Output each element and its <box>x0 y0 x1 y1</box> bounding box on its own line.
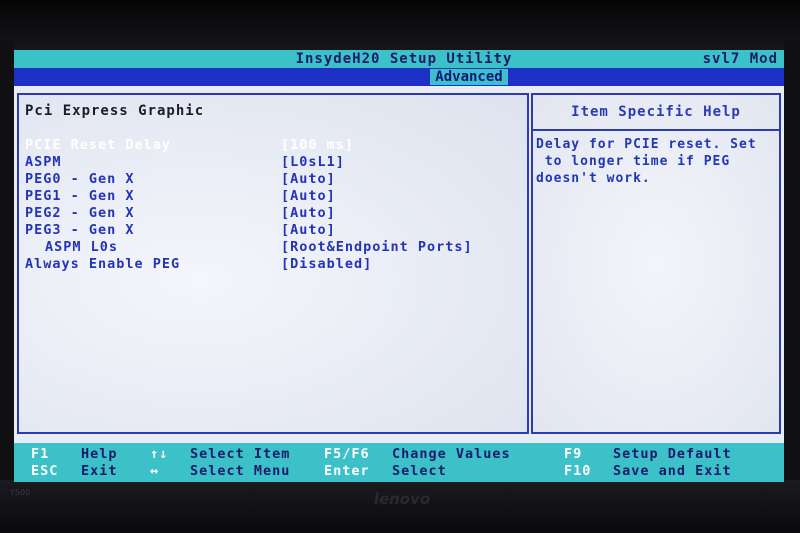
option-row-peg2-gen[interactable]: PEG2 - Gen X [Auto] <box>19 205 527 222</box>
key-save-exit-desc: Save and Exit <box>613 463 732 479</box>
option-label: Always Enable PEG <box>25 256 181 272</box>
option-label: ASPM L0s <box>45 239 119 255</box>
option-row-peg3-gen[interactable]: PEG3 - Gen X [Auto] <box>19 222 527 239</box>
model-mark: Y500 <box>10 488 31 497</box>
key-esc-desc: Exit <box>81 463 118 479</box>
key-esc[interactable]: ESC <box>31 463 58 480</box>
option-row-pcie-reset-delay[interactable]: PCIE Reset Delay [100 ms] <box>19 137 527 154</box>
option-value[interactable]: [Auto] <box>281 188 336 205</box>
option-value[interactable]: [L0sL1] <box>281 154 345 171</box>
option-label: PEG3 - Gen X <box>25 222 135 238</box>
key-f10[interactable]: F10 <box>564 463 591 480</box>
help-title: Item Specific Help <box>533 95 779 131</box>
option-label: PEG1 - Gen X <box>25 188 135 204</box>
brand-logo: lenovo <box>373 490 431 508</box>
key-f5-f6[interactable]: F5/F6 <box>324 446 370 463</box>
section-title: Pci Express Graphic <box>25 103 205 119</box>
key-enter[interactable]: Enter <box>324 463 370 480</box>
mod-label: svl7 Mod <box>702 51 778 67</box>
menu-bar: Advanced <box>14 68 784 86</box>
option-value[interactable]: [Auto] <box>281 205 336 222</box>
option-value[interactable]: [Disabled] <box>281 256 372 273</box>
bezel-left <box>0 40 14 490</box>
title-bar: InsydeH20 Setup Utility svl7 Mod <box>14 50 784 68</box>
option-row-aspm[interactable]: ASPM [L0sL1] <box>19 154 527 171</box>
help-text-line: Delay for PCIE reset. Set <box>536 137 757 152</box>
left-right-arrows-icon[interactable]: ↔ <box>150 463 159 480</box>
key-legend-bar: F1 Help ESC Exit ↑↓ Select Item ↔ Select… <box>14 443 784 482</box>
key-select-item-desc: Select Item <box>190 446 291 462</box>
option-row-peg0-gen[interactable]: PEG0 - Gen X [Auto] <box>19 171 527 188</box>
option-value[interactable]: [Auto] <box>281 222 336 239</box>
help-text-line: doesn't work. <box>536 171 651 186</box>
key-setup-default-desc: Setup Default <box>613 446 732 462</box>
option-value[interactable]: [Root&Endpoint Ports] <box>281 239 473 256</box>
app-title: InsydeH20 Setup Utility <box>295 51 513 67</box>
key-f1[interactable]: F1 <box>31 446 49 463</box>
key-select-menu-desc: Select Menu <box>190 463 291 479</box>
tab-advanced[interactable]: Advanced <box>430 69 508 85</box>
key-change-values-desc: Change Values <box>392 446 511 462</box>
option-label: PEG2 - Gen X <box>25 205 135 221</box>
option-row-aspm-l0s[interactable]: ASPM L0s [Root&Endpoint Ports] <box>19 239 527 256</box>
option-value[interactable]: [100 ms] <box>281 137 354 154</box>
option-label: PEG0 - Gen X <box>25 171 135 187</box>
bios-screen: InsydeH20 Setup Utility svl7 Mod Advance… <box>14 50 784 482</box>
option-row-always-enable-peg[interactable]: Always Enable PEG [Disabled] <box>19 256 527 273</box>
key-f9[interactable]: F9 <box>564 446 582 463</box>
bezel-right <box>784 40 800 490</box>
option-label: ASPM <box>25 154 62 170</box>
help-panel: Item Specific Help Delay for PCIE reset.… <box>531 93 781 434</box>
help-text-line: to longer time if PEG <box>536 154 731 169</box>
key-select-desc: Select <box>392 463 447 479</box>
option-label: PCIE Reset Delay <box>25 137 172 153</box>
key-f1-desc: Help <box>81 446 118 462</box>
bezel-top <box>0 0 800 52</box>
option-value[interactable]: [Auto] <box>281 171 336 188</box>
up-down-arrows-icon[interactable]: ↑↓ <box>150 446 168 463</box>
option-row-peg1-gen[interactable]: PEG1 - Gen X [Auto] <box>19 188 527 205</box>
settings-panel: Pci Express Graphic PCIE Reset Delay [10… <box>17 93 529 434</box>
